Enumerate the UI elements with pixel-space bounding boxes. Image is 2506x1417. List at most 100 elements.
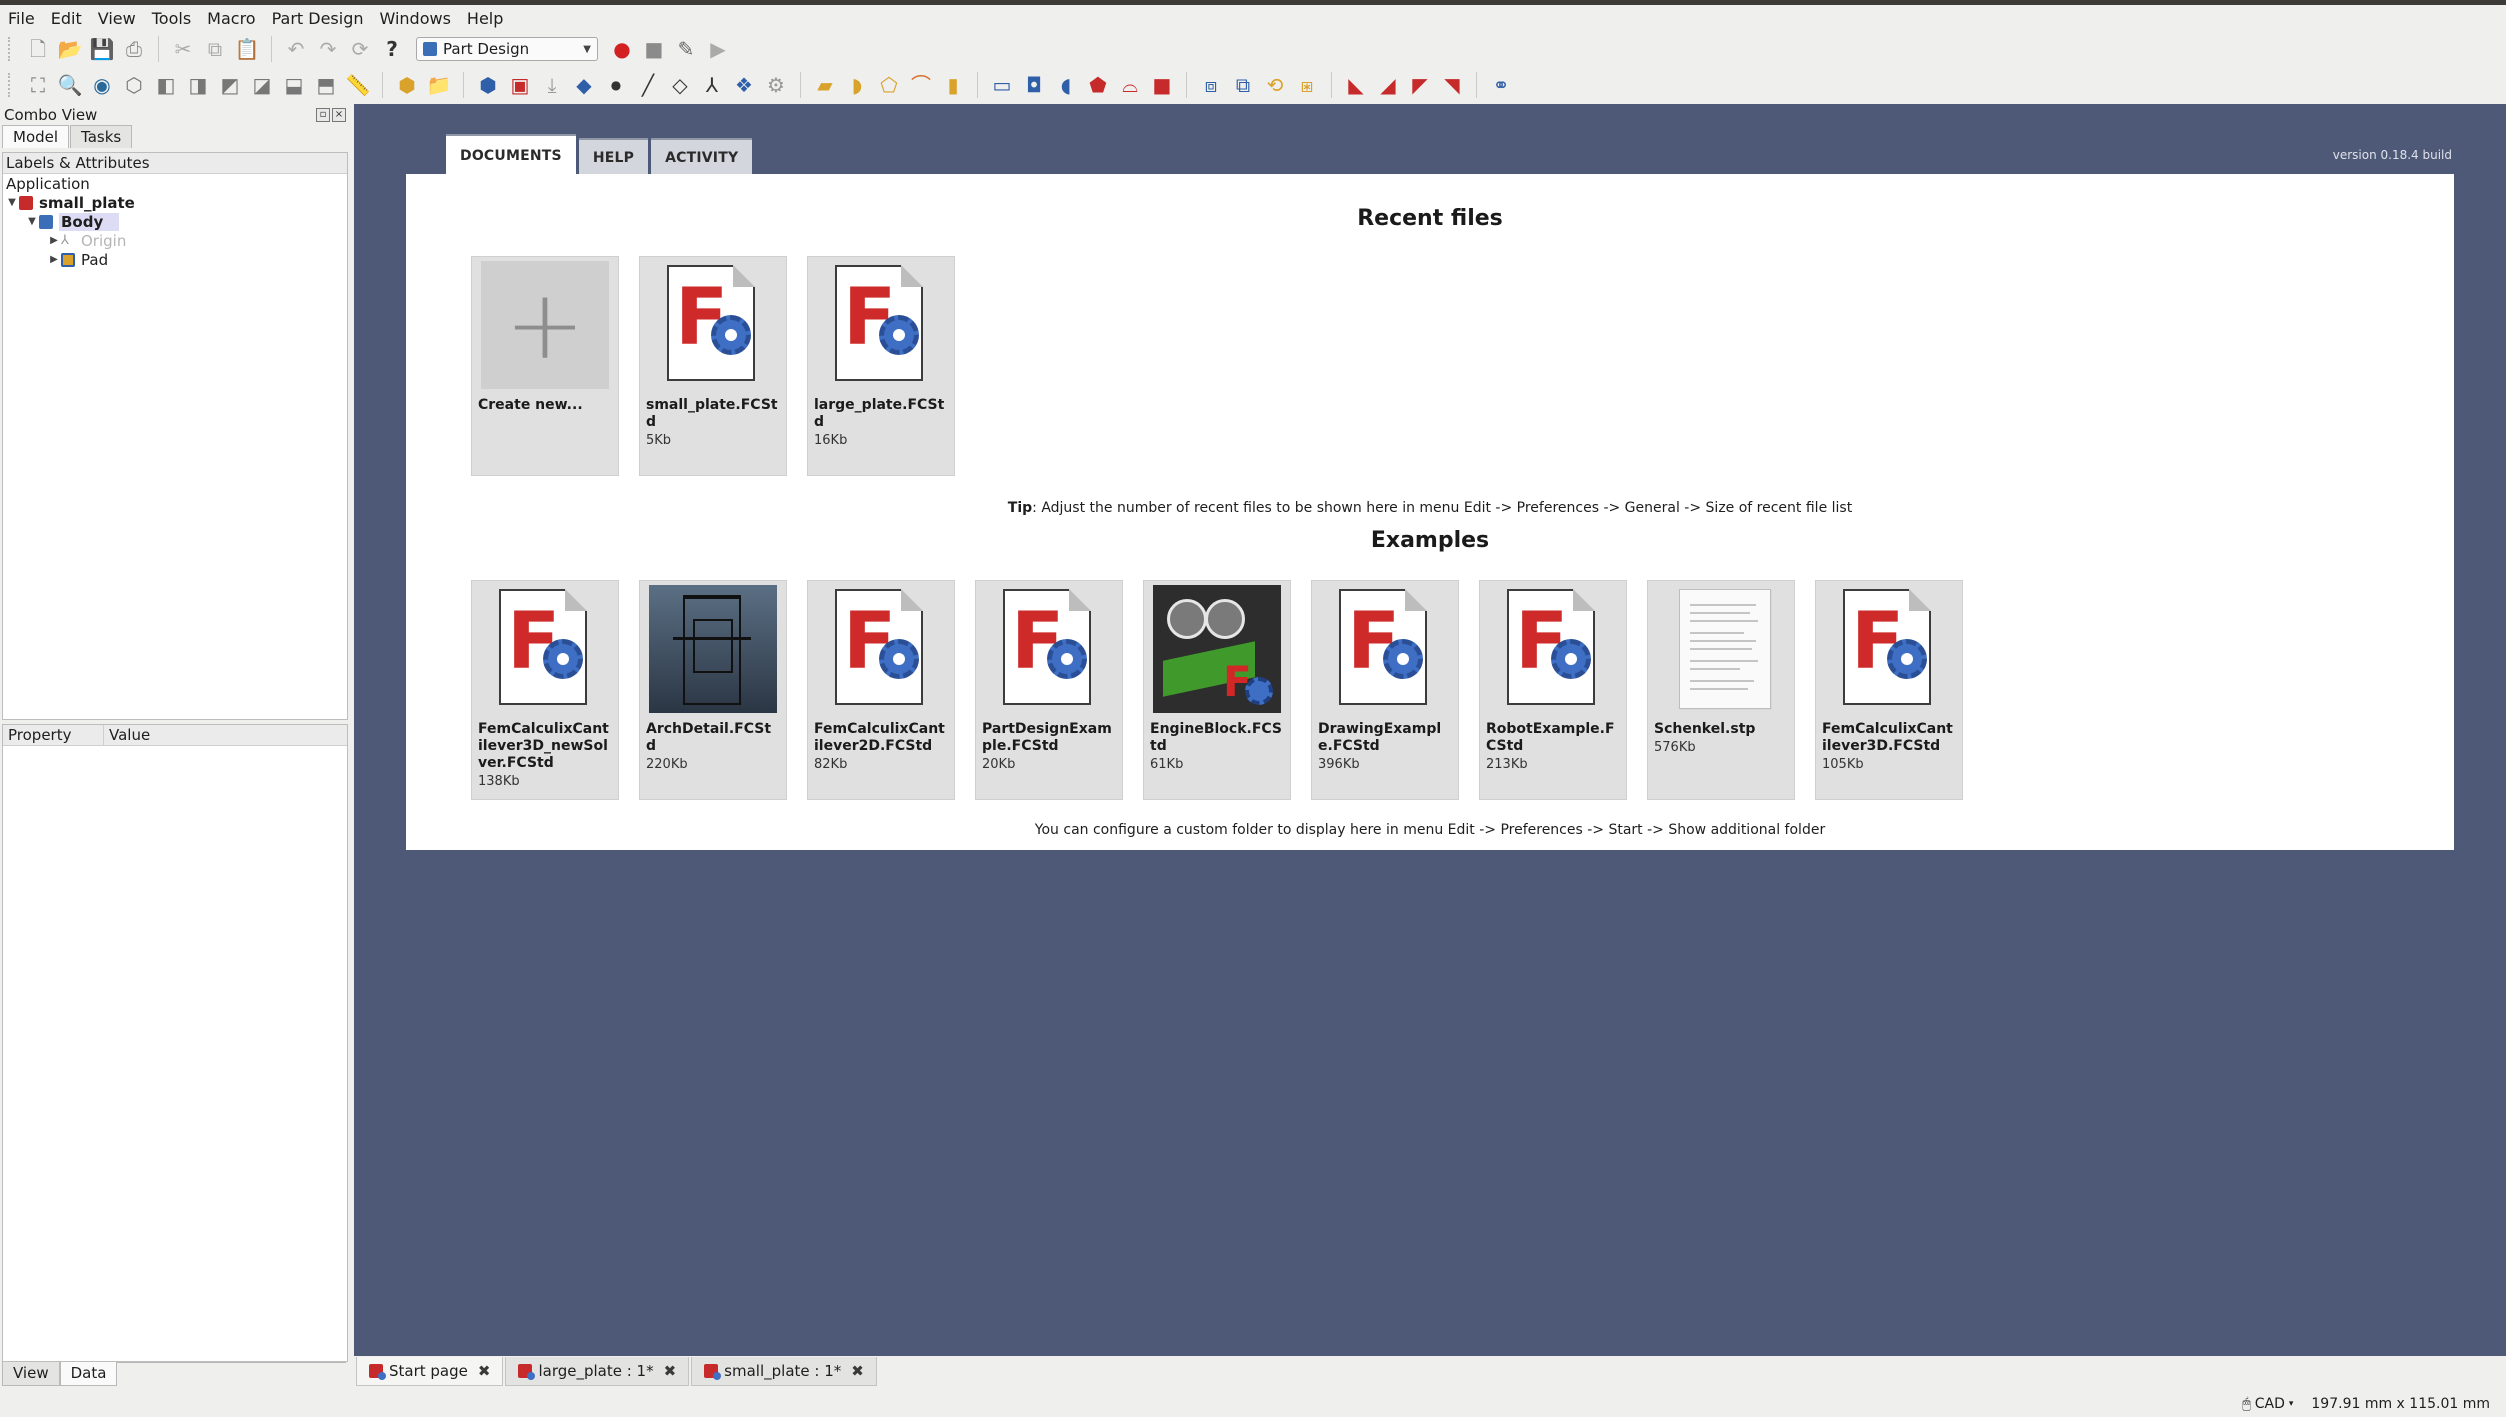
whats-this-icon[interactable]: ?: [378, 35, 406, 63]
tab-view[interactable]: View: [2, 1362, 60, 1386]
validate-sketch-icon[interactable]: ⤓: [538, 71, 566, 99]
value-column[interactable]: Value: [104, 725, 150, 745]
hole-icon[interactable]: ◘: [1020, 71, 1048, 99]
navigation-style-button[interactable]: 🖱 CAD ▾: [2242, 1396, 2293, 1412]
example-file-card[interactable]: Schenkel.stp 576Kb: [1647, 580, 1795, 800]
example-file-card[interactable]: F RobotExample.FCStd 213Kb: [1479, 580, 1627, 800]
menu-windows[interactable]: Windows: [372, 9, 459, 28]
close-icon[interactable]: ✖: [851, 1362, 864, 1380]
top-view-icon[interactable]: ◨: [184, 71, 212, 99]
subtractive-primitive-icon[interactable]: ■: [1148, 71, 1176, 99]
create-group-icon[interactable]: 📁: [425, 71, 453, 99]
additive-pipe-icon[interactable]: ⌒: [907, 71, 935, 99]
tree-item-small-plate[interactable]: ▼ small_plate: [3, 193, 347, 212]
save-icon[interactable]: 💾: [88, 35, 116, 63]
doc-tab-start-page[interactable]: Start page ✖: [356, 1357, 504, 1386]
copy-icon[interactable]: ⧉: [201, 35, 229, 63]
tab-tasks[interactable]: Tasks: [70, 125, 133, 148]
doc-tab-small-plate[interactable]: small_plate : 1* ✖: [691, 1357, 877, 1386]
property-editor[interactable]: Property Value: [2, 724, 348, 1362]
new-document-icon[interactable]: 🗋: [24, 35, 52, 63]
stop-macro-icon[interactable]: ■: [640, 35, 668, 63]
cut-icon[interactable]: ✂: [169, 35, 197, 63]
redo-icon[interactable]: ↷: [314, 35, 342, 63]
tree-item-pad[interactable]: ▶ Pad: [3, 250, 347, 269]
undo-icon[interactable]: ↶: [282, 35, 310, 63]
datum-point-icon[interactable]: ●: [602, 71, 630, 99]
fit-all-icon[interactable]: ⛶: [24, 71, 52, 99]
tree-item-body[interactable]: ▼ Body: [3, 212, 347, 231]
datum-line-icon[interactable]: ╱: [634, 71, 662, 99]
datum-plane-icon[interactable]: ◇: [666, 71, 694, 99]
example-file-card[interactable]: F FemCalculixCantilever3D_newSolver.FCSt…: [471, 580, 619, 800]
print-icon[interactable]: ⎙: [120, 35, 148, 63]
linear-pattern-icon[interactable]: ⧉: [1229, 71, 1257, 99]
local-coordinate-system-icon[interactable]: ⅄: [698, 71, 726, 99]
mirrored-icon[interactable]: ⧈: [1197, 71, 1225, 99]
shape-binder-icon[interactable]: ◆: [570, 71, 598, 99]
multi-transform-icon[interactable]: ⧆: [1293, 71, 1321, 99]
example-file-card[interactable]: F EngineBlock.FCStd 61Kb: [1143, 580, 1291, 800]
measure-icon[interactable]: 📏: [344, 71, 372, 99]
model-tree[interactable]: Labels & Attributes Application ▼ small_…: [2, 152, 348, 720]
doc-tab-large-plate[interactable]: large_plate : 1* ✖: [505, 1357, 690, 1386]
example-file-card[interactable]: F FemCalculixCantilever3D.FCStd 105Kb: [1815, 580, 1963, 800]
tab-documents[interactable]: DOCUMENTS: [446, 134, 576, 176]
subtractive-pipe-icon[interactable]: ⌓: [1116, 71, 1144, 99]
create-sketch-icon[interactable]: ▣: [506, 71, 534, 99]
additive-loft-icon[interactable]: ⬠: [875, 71, 903, 99]
menu-help[interactable]: Help: [459, 9, 511, 28]
boolean-icon[interactable]: ⚭: [1487, 71, 1515, 99]
record-macro-icon[interactable]: ●: [608, 35, 636, 63]
menu-macro[interactable]: Macro: [199, 9, 263, 28]
front-view-icon[interactable]: ◧: [152, 71, 180, 99]
collapse-arrow-icon[interactable]: ▶: [47, 254, 61, 265]
expand-arrow-icon[interactable]: ▼: [5, 197, 19, 208]
example-file-card[interactable]: F PartDesignExample.FCStd 20Kb: [975, 580, 1123, 800]
pad-icon[interactable]: ▰: [811, 71, 839, 99]
revolution-icon[interactable]: ◗: [843, 71, 871, 99]
isometric-view-icon[interactable]: ⬡: [120, 71, 148, 99]
run-macro-icon[interactable]: ▶: [704, 35, 732, 63]
tab-help[interactable]: HELP: [578, 138, 649, 176]
right-view-icon[interactable]: ◩: [216, 71, 244, 99]
menu-file[interactable]: File: [0, 9, 43, 28]
fit-selection-icon[interactable]: 🔍: [56, 71, 84, 99]
expand-arrow-icon[interactable]: ▼: [25, 216, 39, 227]
collapse-arrow-icon[interactable]: ▶: [47, 235, 61, 246]
tab-model[interactable]: Model: [2, 125, 70, 148]
thickness-icon[interactable]: ◥: [1438, 71, 1466, 99]
float-panel-icon[interactable]: ▫: [316, 108, 330, 122]
left-view-icon[interactable]: ⬒: [312, 71, 340, 99]
create-new-card[interactable]: + Create new...: [471, 256, 619, 476]
clone-icon[interactable]: ❖: [730, 71, 758, 99]
draft-icon[interactable]: ◤: [1406, 71, 1434, 99]
chamfer-icon[interactable]: ◢: [1374, 71, 1402, 99]
bottom-view-icon[interactable]: ⬓: [280, 71, 308, 99]
example-file-card[interactable]: F FemCalculixCantilever2D.FCStd 82Kb: [807, 580, 955, 800]
groove-icon[interactable]: ◖: [1052, 71, 1080, 99]
edit-macro-icon[interactable]: ✎: [672, 35, 700, 63]
toolbar-handle[interactable]: [8, 73, 16, 97]
recent-file-card[interactable]: F small_plate.FCStd 5Kb: [639, 256, 787, 476]
create-part-icon[interactable]: ⬢: [393, 71, 421, 99]
paste-icon[interactable]: 📋: [233, 35, 261, 63]
tab-activity[interactable]: ACTIVITY: [651, 138, 753, 176]
subtractive-loft-icon[interactable]: ⬟: [1084, 71, 1112, 99]
menu-part-design[interactable]: Part Design: [264, 9, 372, 28]
property-column[interactable]: Property: [3, 725, 104, 745]
create-body-icon[interactable]: ⬢: [474, 71, 502, 99]
recent-file-card[interactable]: F large_plate.FCStd 16Kb: [807, 256, 955, 476]
tab-data[interactable]: Data: [59, 1362, 118, 1386]
example-file-card[interactable]: F DrawingExample.FCStd 396Kb: [1311, 580, 1459, 800]
tree-item-origin[interactable]: ▶ ⅄ Origin: [3, 231, 347, 250]
close-panel-icon[interactable]: ×: [332, 108, 346, 122]
menu-view[interactable]: View: [90, 9, 144, 28]
close-icon[interactable]: ✖: [478, 1362, 491, 1380]
close-icon[interactable]: ✖: [664, 1362, 677, 1380]
example-file-card[interactable]: ArchDetail.FCStd 220Kb: [639, 580, 787, 800]
menu-tools[interactable]: Tools: [144, 9, 199, 28]
additive-primitive-icon[interactable]: ▮: [939, 71, 967, 99]
workbench-selector[interactable]: Part Design ▼: [416, 37, 598, 61]
rear-view-icon[interactable]: ◪: [248, 71, 276, 99]
